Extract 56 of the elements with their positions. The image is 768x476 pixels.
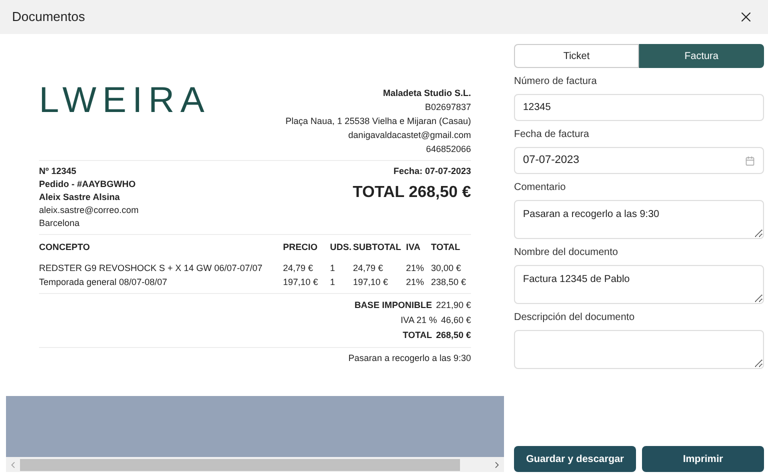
summary-value: 46,60 € [440, 314, 471, 326]
date-field[interactable]: 07-07-2023 [514, 147, 764, 174]
column-header: TOTAL [431, 241, 462, 254]
company-info: 646852066 [426, 143, 471, 156]
field-label: Descripción del documento [514, 311, 636, 325]
column-header: SUBTOTAL [353, 241, 402, 254]
summary-label: BASE IMPONIBLE [354, 298, 432, 312]
summary-label: TOTAL [402, 328, 432, 342]
summary-value: 268,50 € [436, 328, 471, 342]
table-cell-text: 197,10 € [283, 276, 320, 288]
calendar-icon[interactable] [745, 156, 755, 166]
field-label: Comentario [514, 181, 567, 195]
action-button[interactable]: Imprimir [642, 446, 764, 472]
scrollbar-thumb[interactable] [20, 458, 460, 470]
column-header: PRECIO [283, 241, 319, 254]
table-cell-text: 21% [406, 262, 426, 274]
table-cell-text: 197,10 € [353, 276, 390, 288]
window-title: Documentos [12, 8, 85, 26]
table-cell-text: 1 [330, 262, 336, 274]
field-label: Fecha de factura [514, 128, 590, 142]
company-info: B02697837 [424, 101, 471, 114]
customer-info: Barcelona [39, 217, 81, 230]
text-area[interactable]: Pasaran a recogerlo a las 9:30 [514, 200, 764, 239]
table-cell-text: 24,79 € [283, 262, 314, 274]
table-cell-text: 21% [406, 276, 426, 288]
invoice-date: Fecha: 07-07-2023 [393, 165, 471, 178]
customer-info: Nº 12345 [39, 165, 78, 178]
table-cell-text: REDSTER G9 REVOSHOCK S + X 14 GW 06/07-07/07 [39, 262, 264, 274]
text-area[interactable]: Factura 12345 de Pablo [514, 265, 764, 304]
table-cell-text: 1 [330, 276, 336, 288]
field-label: Número de factura [514, 75, 598, 89]
customer-info: Pedido - #AAYBGWHO [39, 178, 137, 191]
invoice-comment: Pasaran a recogerlo a las 9:30 [348, 352, 471, 365]
table-cell-text: Temporada general 08/07-08/07 [39, 276, 168, 288]
text-area[interactable] [514, 330, 764, 369]
input-field[interactable]: 12345 [514, 94, 764, 121]
company-info: Maladeta Studio S.L. [382, 87, 471, 100]
horizontal-scrollbar[interactable] [6, 457, 504, 472]
column-header: UDS. [330, 241, 350, 254]
column-header: IVA [406, 241, 422, 254]
summary-value: 221,90 € [436, 298, 471, 312]
invoice-total: TOTAL 268,50 € [352, 182, 471, 202]
summary-label: IVA 21 % [400, 314, 437, 326]
logo: LWEIRA [39, 82, 210, 122]
company-info: Plaça Naua, 1 25538 Vielha e Mijaran (Casau) [286, 115, 471, 128]
field-label: Nombre del documento [514, 246, 619, 260]
table-cell-text: 238,50 € [431, 276, 468, 288]
action-button[interactable]: Guardar y descargar [514, 446, 636, 472]
tab[interactable]: Factura [639, 44, 764, 68]
customer-info: aleix.sastre@correo.com [39, 204, 139, 217]
customer-info: Aleix Sastre Alsina [39, 191, 121, 204]
tab[interactable]: Ticket [514, 44, 639, 68]
column-header: CONCEPTO [39, 241, 91, 254]
table-cell-text: 30,00 € [431, 262, 462, 274]
table-cell-text: 24,79 € [353, 262, 384, 274]
company-info: danigavaldacastet@gmail.com [348, 129, 471, 142]
